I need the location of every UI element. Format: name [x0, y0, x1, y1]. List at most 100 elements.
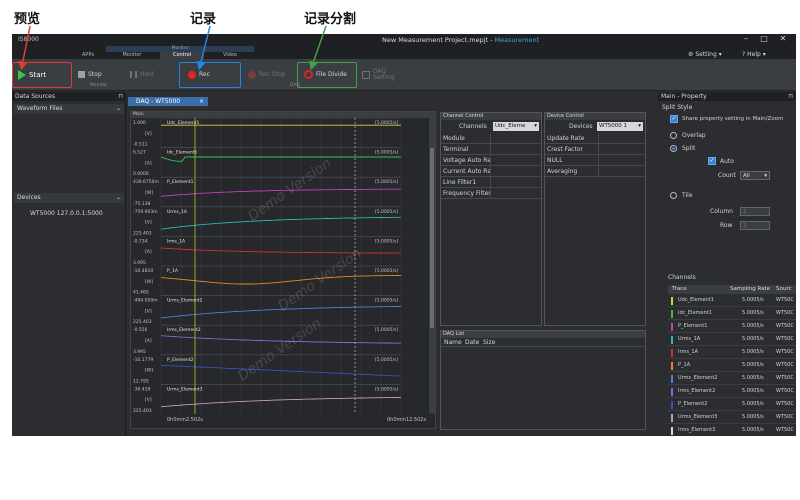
- cell-source: WT50C: [776, 323, 794, 329]
- daq-setting-icon: [362, 70, 370, 79]
- split-radio[interactable]: [670, 145, 677, 152]
- devices-section[interactable]: Devices ⌄: [14, 193, 124, 203]
- callout-preview: 预览: [14, 12, 41, 27]
- rec-stop-button[interactable]: Rec Stop: [248, 67, 285, 82]
- table-row[interactable]: Current Auto Ra: [441, 166, 541, 177]
- column-sampling-rate[interactable]: Sampling Rate: [730, 285, 770, 294]
- column-size[interactable]: Size: [483, 338, 495, 347]
- axis-top-label: -0.734: [133, 238, 148, 244]
- cell-source: WT50C: [776, 336, 794, 342]
- waveform-plot[interactable]: 1.000-0.511[V]Udc_Element1 [5.0005/s]6.52…: [131, 118, 437, 430]
- auto-label: Auto: [720, 158, 734, 165]
- axis-unit-label: [A]: [145, 160, 152, 166]
- table-row[interactable]: Line Filter1: [441, 177, 541, 188]
- table-row[interactable]: Irms_Element3 5.0005/s WT50C: [668, 424, 796, 436]
- cell-name: Irms_Element2: [678, 388, 716, 394]
- row-label: Terminal: [441, 144, 491, 154]
- table-row[interactable]: P_Element1 5.0005/s WT50C: [668, 320, 796, 333]
- chart-scrollbar-thumb: [430, 148, 434, 328]
- cell-name: Urms_Element2: [678, 375, 718, 381]
- overlap-radio[interactable]: [670, 132, 677, 139]
- axis-top-label: -494.050m: [133, 298, 158, 304]
- chevron-down-icon: ▾: [764, 173, 767, 179]
- column-trace[interactable]: Trace: [672, 285, 687, 294]
- chevron-down-icon: ▾: [718, 51, 722, 58]
- waveform-chart[interactable]: Main 1.000 -0.511 [V] Udc_Element1 [5.0005/s…: [130, 111, 436, 429]
- table-row[interactable]: Udc_Element1 5.0005/s WT50C: [668, 294, 796, 307]
- channels-select[interactable]: Udc_Eleme ▾: [493, 122, 539, 131]
- setting-menu[interactable]: ⚙ Setting ▾: [688, 51, 722, 58]
- ribbon-tabs: Monitor APPs Monitor Control Video ⚙ Set…: [12, 46, 796, 60]
- column-name[interactable]: Name: [444, 338, 462, 347]
- column-date[interactable]: Date: [465, 338, 479, 347]
- waveform-files-section[interactable]: Waveform Files ⌄: [14, 104, 124, 114]
- axis-top-label: 1.000: [133, 120, 146, 126]
- table-row[interactable]: Urms_Element2 5.0005/s WT50C: [668, 372, 796, 385]
- table-row[interactable]: Averaging: [545, 166, 645, 177]
- axis-bottom-label: 0.0000: [133, 171, 149, 177]
- row-stepper[interactable]: 2: [740, 221, 770, 230]
- axis-unit-label: [V]: [145, 220, 152, 226]
- devices-select[interactable]: WT5000 1 ▾: [597, 122, 643, 131]
- table-row[interactable]: Voltage Auto Ra: [441, 155, 541, 166]
- share-property-checkbox[interactable]: ✓: [670, 115, 678, 123]
- column-source[interactable]: Sourc: [776, 285, 792, 294]
- cell-name: Urms_1A: [678, 336, 701, 342]
- table-row[interactable]: Urms_1A 5.0005/s WT50C: [668, 333, 796, 346]
- maximize-button[interactable]: □: [755, 34, 773, 43]
- minimize-button[interactable]: –: [737, 34, 755, 43]
- x-label-end: 0h0min12.502s: [387, 417, 427, 423]
- table-row[interactable]: P_1A 5.0005/s WT50C: [668, 359, 796, 372]
- hold-button[interactable]: Hold: [130, 67, 154, 82]
- trace-label: Irms_1A: [167, 238, 186, 244]
- trace-color-swatch: [671, 297, 673, 305]
- pin-icon[interactable]: ⊓: [118, 92, 123, 101]
- table-row[interactable]: Terminal: [441, 144, 541, 155]
- axis-bottom-label: 41.465: [133, 290, 149, 296]
- cell-source: WT50C: [776, 362, 794, 368]
- table-row[interactable]: Irms_Element2 5.0005/s WT50C: [668, 385, 796, 398]
- tile-radio[interactable]: [670, 192, 677, 199]
- cell-rate: 5.0005/s: [742, 388, 764, 394]
- axis-top-label: 439.6750m: [133, 179, 159, 185]
- stop-button[interactable]: Stop: [78, 67, 102, 82]
- trace-rate-label: [5.0005/s]: [375, 327, 398, 333]
- devices-selector-row: Devices WT5000 1 ▾: [569, 122, 643, 131]
- column-stepper[interactable]: 2: [740, 207, 770, 216]
- axis-unit-label: [W]: [145, 190, 153, 196]
- table-row[interactable]: Irms_1A 5.0005/s WT50C: [668, 346, 796, 359]
- cell-rate: 5.0005/s: [742, 401, 764, 407]
- tab-daq-wt5000[interactable]: DAQ - WT5000 ×: [128, 97, 208, 106]
- count-select[interactable]: All ▾: [740, 171, 770, 180]
- column-label: Column: [710, 208, 733, 215]
- cell-source: WT50C: [776, 427, 794, 433]
- table-row[interactable]: Urms_Element3 5.0005/s WT50C: [668, 411, 796, 424]
- file-divide-highlight: [297, 62, 357, 88]
- table-row[interactable]: Frequency Filter: [441, 188, 541, 199]
- axis-bottom-label: 3.995: [133, 349, 146, 355]
- pin-icon[interactable]: ⊓: [788, 92, 793, 101]
- close-tab-icon[interactable]: ×: [199, 97, 204, 106]
- channels-selector-row: Channels Udc_Eleme ▾: [459, 122, 539, 131]
- table-row[interactable]: Update Rate: [545, 133, 645, 144]
- axis-top-label: -10.4810: [133, 268, 153, 274]
- pause-icon: [130, 71, 137, 78]
- trace-label: Urms_Element3: [167, 386, 203, 392]
- device-item-wt5000[interactable]: WT5000 127.0.0.1:5000: [30, 210, 103, 217]
- daq-setting-button[interactable]: DAQ Setting: [362, 67, 395, 82]
- table-row[interactable]: Crest Factor: [545, 144, 645, 155]
- trace-color-swatch: [671, 323, 673, 331]
- table-row[interactable]: Module: [441, 133, 541, 144]
- cell-rate: 5.0005/s: [742, 310, 764, 316]
- auto-checkbox[interactable]: ✓: [708, 157, 716, 165]
- channel-control-rows: Module Terminal Voltage Auto Ra Current Aut…: [441, 133, 541, 199]
- daq-list-header: DAQ List: [441, 331, 645, 338]
- close-button[interactable]: ✕: [774, 34, 792, 43]
- trace-color-swatch: [671, 388, 673, 396]
- table-row[interactable]: NULL: [545, 155, 645, 166]
- help-menu[interactable]: ? Help ▾: [742, 51, 766, 58]
- cell-name: Udc_Element1: [678, 297, 714, 303]
- table-row[interactable]: Idc_Element1 5.0005/s WT50C: [668, 307, 796, 320]
- trace-label: P_Element2: [167, 357, 194, 363]
- table-row[interactable]: P_Element2 5.0005/s WT50C: [668, 398, 796, 411]
